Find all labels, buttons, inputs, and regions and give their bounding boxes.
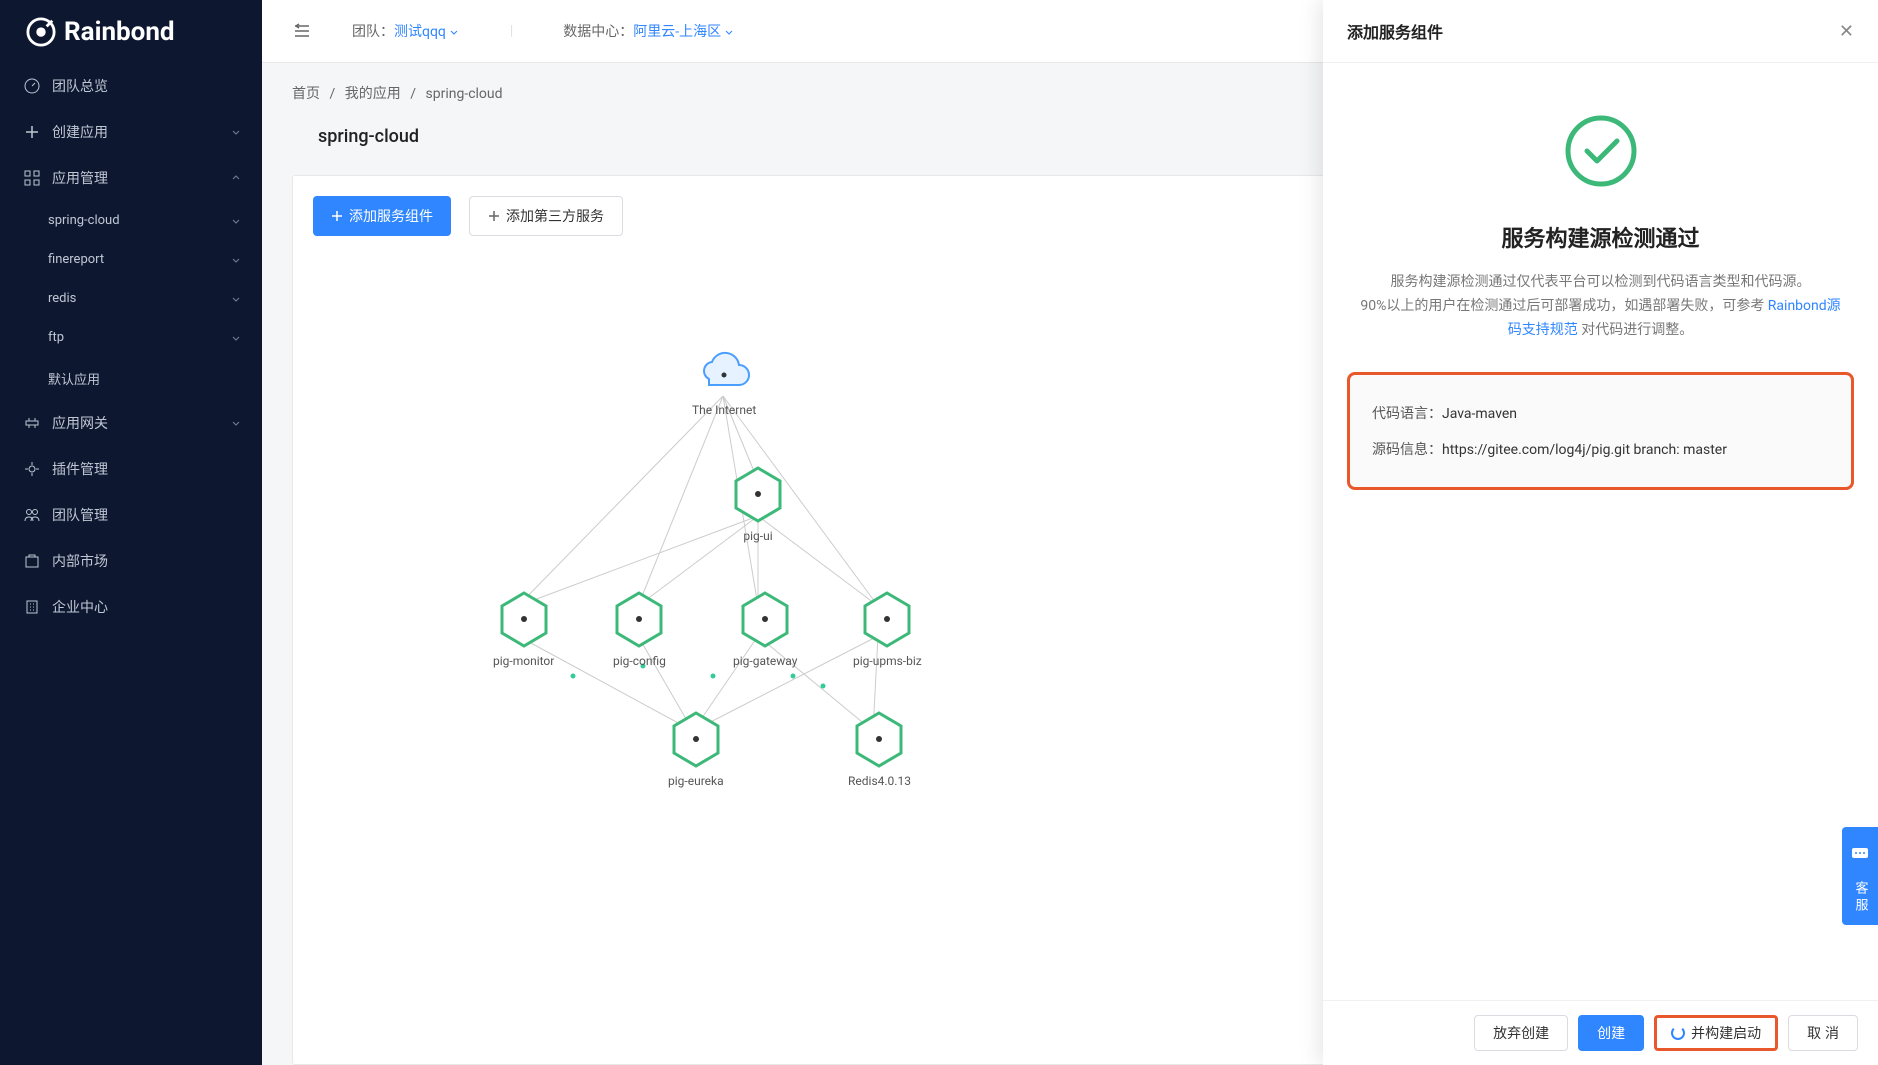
breadcrumb-apps[interactable]: 我的应用 xyxy=(345,86,401,102)
nav-app-finereport[interactable]: finereport xyxy=(0,240,262,279)
create-button[interactable]: 创建 xyxy=(1578,1015,1644,1051)
hexagon-icon xyxy=(733,466,783,523)
plus-icon xyxy=(488,210,500,222)
nav-create-app[interactable]: 创建应用 xyxy=(0,109,262,155)
nav-app-redis[interactable]: redis xyxy=(0,279,262,318)
dashboard-icon xyxy=(24,78,40,94)
nav-app-manage[interactable]: 应用管理 xyxy=(0,155,262,201)
hexagon-icon xyxy=(614,591,664,648)
drawer-title: 添加服务组件 xyxy=(1347,19,1443,43)
nav-team[interactable]: 团队管理 xyxy=(0,492,262,538)
chevron-down-icon xyxy=(230,215,242,227)
nav-app-default[interactable]: 默认应用 xyxy=(0,357,262,400)
hexagon-icon xyxy=(854,711,904,768)
market-icon xyxy=(24,553,40,569)
node-pig-config[interactable]: pig-config xyxy=(613,591,666,668)
build-start-button[interactable]: 并构建启动 xyxy=(1654,1015,1778,1051)
nav-team-overview[interactable]: 团队总览 xyxy=(0,63,262,109)
breadcrumb-current: spring-cloud xyxy=(426,86,503,102)
abandon-button[interactable]: 放弃创建 xyxy=(1474,1015,1568,1051)
node-pig-gateway[interactable]: pig-gateway xyxy=(733,591,797,668)
brand-icon xyxy=(26,17,56,47)
team-select[interactable]: 测试qqq xyxy=(394,21,460,41)
cloud-icon xyxy=(693,351,755,393)
chat-icon xyxy=(1842,837,1878,875)
enterprise-icon xyxy=(24,599,40,615)
drawer: 添加服务组件 ✕ 服务构建源检测通过 服务构建源检测通过仅代表平台可以检测到代码… xyxy=(1323,0,1878,1065)
help-label: 客服 xyxy=(1851,875,1870,915)
spinner-icon xyxy=(1671,1026,1685,1040)
chevron-down-icon xyxy=(230,332,242,344)
success-title: 服务构建源检测通过 xyxy=(1347,221,1854,253)
plugin-icon xyxy=(24,461,40,477)
node-pig-ui[interactable]: pig-ui xyxy=(733,466,783,543)
add-thirdparty-button[interactable]: 添加第三方服务 xyxy=(469,196,623,236)
nav-gateway[interactable]: 应用网关 xyxy=(0,400,262,446)
dc-select[interactable]: 阿里云-上海区 xyxy=(633,21,735,41)
separator: | xyxy=(510,23,513,39)
success-check-icon xyxy=(1563,113,1639,189)
nav-app-spring-cloud[interactable]: spring-cloud xyxy=(0,201,262,240)
chevron-down-icon xyxy=(230,126,242,138)
page-title: spring-cloud xyxy=(318,126,419,147)
gateway-icon xyxy=(24,415,40,431)
source-info-row: 源码信息：https://gitee.com/log4j/pig.git bra… xyxy=(1372,431,1829,467)
logo[interactable]: Rainbond xyxy=(0,0,262,63)
nav-enterprise[interactable]: 企业中心 xyxy=(0,584,262,630)
chevron-up-icon xyxy=(230,172,242,184)
node-internet[interactable]: The Internet xyxy=(692,351,756,417)
nav-app-ftp[interactable]: ftp xyxy=(0,318,262,357)
hexagon-icon xyxy=(862,591,912,648)
hexagon-icon xyxy=(499,591,549,648)
breadcrumb-home[interactable]: 首页 xyxy=(292,86,320,102)
plus-icon xyxy=(24,124,40,140)
node-pig-upms-biz[interactable]: pig-upms-biz xyxy=(853,591,922,668)
success-description: 服务构建源检测通过仅代表平台可以检测到代码语言类型和代码源。 90%以上的用户在… xyxy=(1347,271,1854,342)
sidebar: Rainbond 团队总览 创建应用 应用管理 spring-cloud fin… xyxy=(0,0,262,1065)
close-icon[interactable]: ✕ xyxy=(1839,21,1854,42)
nav-market[interactable]: 内部市场 xyxy=(0,538,262,584)
chevron-down-icon xyxy=(230,417,242,429)
menu-toggle-icon[interactable] xyxy=(292,21,312,41)
node-pig-eureka[interactable]: pig-eureka xyxy=(668,711,724,788)
detection-info-box: 代码语言：Java-maven 源码信息：https://gitee.com/l… xyxy=(1347,372,1854,490)
grid-icon xyxy=(24,170,40,186)
chevron-down-icon xyxy=(230,254,242,266)
add-service-button[interactable]: 添加服务组件 xyxy=(313,196,451,236)
team-label: 团队： xyxy=(352,21,394,41)
help-widget[interactable]: 客服 xyxy=(1842,827,1878,925)
hexagon-icon xyxy=(671,711,721,768)
code-language-row: 代码语言：Java-maven xyxy=(1372,395,1829,431)
cancel-button[interactable]: 取 消 xyxy=(1788,1015,1858,1051)
nav-plugin[interactable]: 插件管理 xyxy=(0,446,262,492)
node-pig-monitor[interactable]: pig-monitor xyxy=(493,591,554,668)
chevron-down-icon xyxy=(230,293,242,305)
dc-label: 数据中心： xyxy=(563,21,633,41)
node-redis[interactable]: Redis4.0.13 xyxy=(848,711,911,788)
plus-icon xyxy=(331,210,343,222)
team-icon xyxy=(24,507,40,523)
hexagon-icon xyxy=(740,591,790,648)
